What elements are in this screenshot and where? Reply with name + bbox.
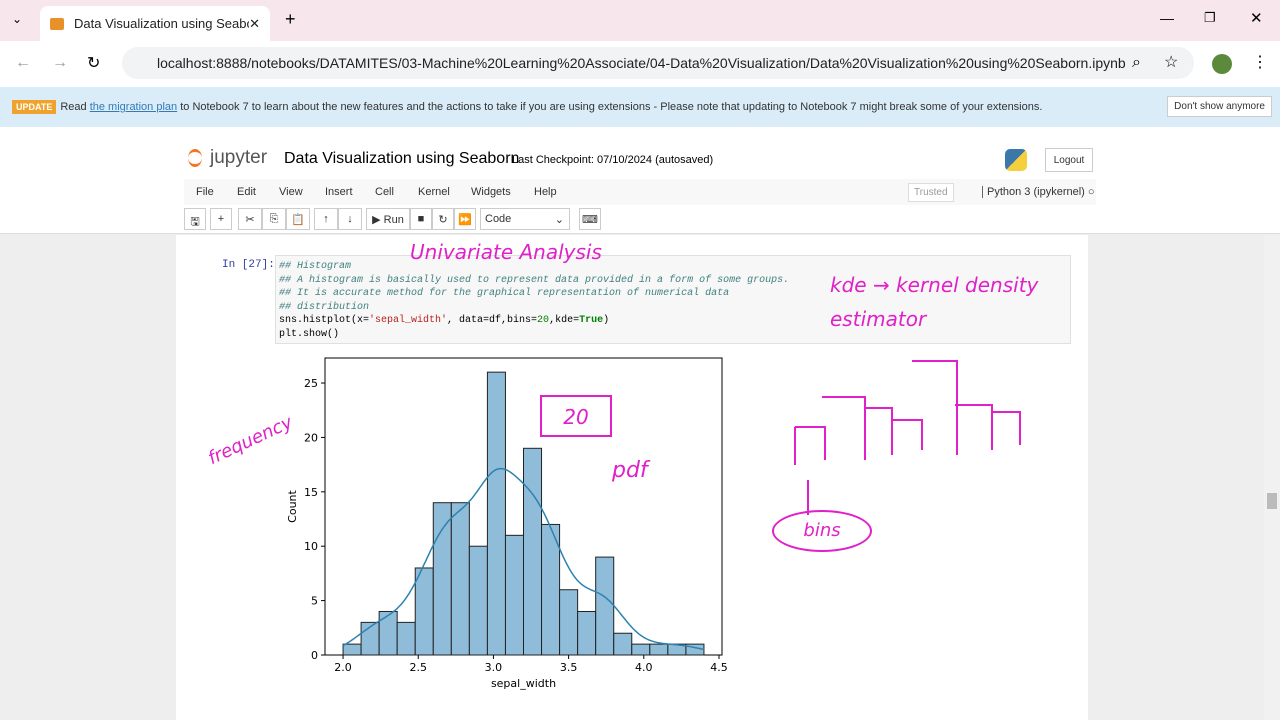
add-cell-icon[interactable]: +: [210, 208, 232, 230]
annotation-20-box: 20: [540, 395, 612, 437]
histogram-bar: [577, 610, 597, 656]
browser-tab-bar: ⌄ Data Visualization using Seaborn ✕ + — …: [0, 0, 1280, 41]
annotation-univariate: Univariate Analysis: [410, 240, 602, 264]
x-tick-label: 2.5: [409, 661, 427, 674]
menu-bar: File Edit View Insert Cell Kernel Widget…: [184, 179, 1096, 205]
zoom-icon[interactable]: ⌕: [1132, 54, 1141, 72]
notebook-title[interactable]: Data Visualization using Seaborn: [284, 150, 519, 168]
y-tick-label: 0: [311, 649, 318, 662]
trusted-button[interactable]: Trusted: [908, 183, 954, 202]
histogram-bar: [414, 567, 434, 656]
minimize-icon[interactable]: —: [1160, 10, 1174, 26]
x-axis-label: sepal_width: [491, 677, 556, 690]
tab-search-icon[interactable]: ⌄: [12, 12, 22, 26]
annotation-pdf: pdf: [612, 458, 648, 483]
y-tick-label: 10: [304, 540, 318, 553]
python-logo-icon: [1005, 149, 1027, 171]
histogram-bar: [595, 556, 615, 656]
update-badge: UPDATE: [12, 100, 57, 114]
page-scrollbar[interactable]: [1264, 235, 1280, 720]
x-tick-label: 3.0: [485, 661, 503, 674]
keyboard-icon[interactable]: ⌨: [579, 208, 601, 230]
histogram-bar: [378, 610, 398, 656]
checkpoint-status: Last Checkpoint: 07/10/2024 (autosaved): [512, 154, 714, 166]
jupyter-favicon-icon: [50, 17, 64, 30]
save-icon[interactable]: 🖫: [184, 208, 206, 230]
paste-icon[interactable]: 📋: [286, 208, 310, 230]
menu-insert[interactable]: Insert: [325, 186, 353, 198]
cell-prompt: In [27]:: [222, 259, 275, 271]
profile-avatar[interactable]: [1212, 54, 1232, 74]
address-bar[interactable]: localhost:8888/notebooks/DATAMITES/03-Ma…: [122, 47, 1194, 79]
move-down-icon[interactable]: ↓: [338, 208, 362, 230]
histogram-bar: [504, 534, 524, 656]
address-row: ← → ↻ localhost:8888/notebooks/DATAMITES…: [0, 41, 1280, 87]
x-tick-label: 2.0: [334, 661, 352, 674]
logout-button[interactable]: Logout: [1045, 148, 1093, 172]
histogram-bar: [613, 632, 633, 656]
y-tick-label: 20: [304, 431, 318, 444]
histogram-bar: [559, 589, 579, 656]
run-button[interactable]: ▶ Run: [366, 208, 410, 230]
annotation-bins: bins: [772, 510, 872, 552]
cut-icon[interactable]: ✂: [238, 208, 262, 230]
update-banner: UPDATE Read the migration plan to Noteboo…: [0, 87, 1280, 127]
x-tick-label: 3.5: [560, 661, 578, 674]
fast-forward-icon[interactable]: ⏩: [454, 208, 476, 230]
annotation-kde: kde → kernel density estimator: [830, 273, 1039, 331]
menu-file[interactable]: File: [196, 186, 214, 198]
stop-icon[interactable]: ■: [410, 208, 432, 230]
cell-type-select[interactable]: Code ⌄: [480, 208, 570, 230]
restart-icon[interactable]: ↻: [432, 208, 454, 230]
close-tab-icon[interactable]: ✕: [249, 16, 260, 32]
histogram-bar: [468, 545, 488, 656]
histogram-bar: [450, 502, 470, 656]
forward-icon[interactable]: →: [52, 54, 68, 72]
new-tab-icon[interactable]: +: [285, 9, 296, 30]
y-tick-label: 15: [304, 486, 318, 499]
histogram-bar: [631, 643, 651, 656]
x-tick-label: 4.5: [710, 661, 728, 674]
bookmark-star-icon[interactable]: ☆: [1164, 52, 1178, 72]
histogram-bar: [486, 371, 506, 656]
back-icon[interactable]: ←: [15, 54, 31, 72]
histogram-bar: [342, 643, 362, 656]
close-window-icon[interactable]: ✕: [1250, 9, 1263, 27]
browser-menu-icon[interactable]: ⋮: [1252, 52, 1268, 72]
menu-help[interactable]: Help: [534, 186, 557, 198]
browser-tab[interactable]: Data Visualization using Seaborn ✕: [40, 6, 270, 41]
bins-sketch: [794, 360, 1021, 515]
y-axis-label: Count: [286, 489, 299, 522]
migration-plan-link[interactable]: the migration plan: [90, 101, 177, 113]
move-up-icon[interactable]: ↑: [314, 208, 338, 230]
menu-widgets[interactable]: Widgets: [471, 186, 511, 198]
notebook-header: jupyter Data Visualization using Seaborn…: [0, 127, 1280, 234]
x-tick-label: 4.0: [635, 661, 653, 674]
reload-icon[interactable]: ↻: [87, 53, 100, 73]
histogram-bar: [649, 643, 669, 656]
menu-cell[interactable]: Cell: [375, 186, 394, 198]
menu-view[interactable]: View: [279, 186, 303, 198]
menu-kernel[interactable]: Kernel: [418, 186, 450, 198]
y-tick-label: 5: [311, 595, 318, 608]
restore-icon[interactable]: ❐: [1204, 10, 1216, 26]
kernel-name: Python 3 (ipykernel) ○: [982, 186, 1095, 198]
copy-icon[interactable]: ⎘: [262, 208, 286, 230]
jupyter-logo[interactable]: jupyter: [188, 147, 267, 169]
y-tick-label: 25: [304, 377, 318, 390]
histogram-bar: [432, 502, 452, 656]
dont-show-button[interactable]: Don't show anymore: [1167, 96, 1272, 117]
histogram-bar: [523, 447, 543, 656]
histogram-bar: [396, 621, 416, 656]
menu-edit[interactable]: Edit: [237, 186, 256, 198]
histogram-chart: 2.0 2.5 3.0 3.5 4.0 4.5 0 5 10 15 20 25 sepal_width C…: [286, 357, 728, 690]
